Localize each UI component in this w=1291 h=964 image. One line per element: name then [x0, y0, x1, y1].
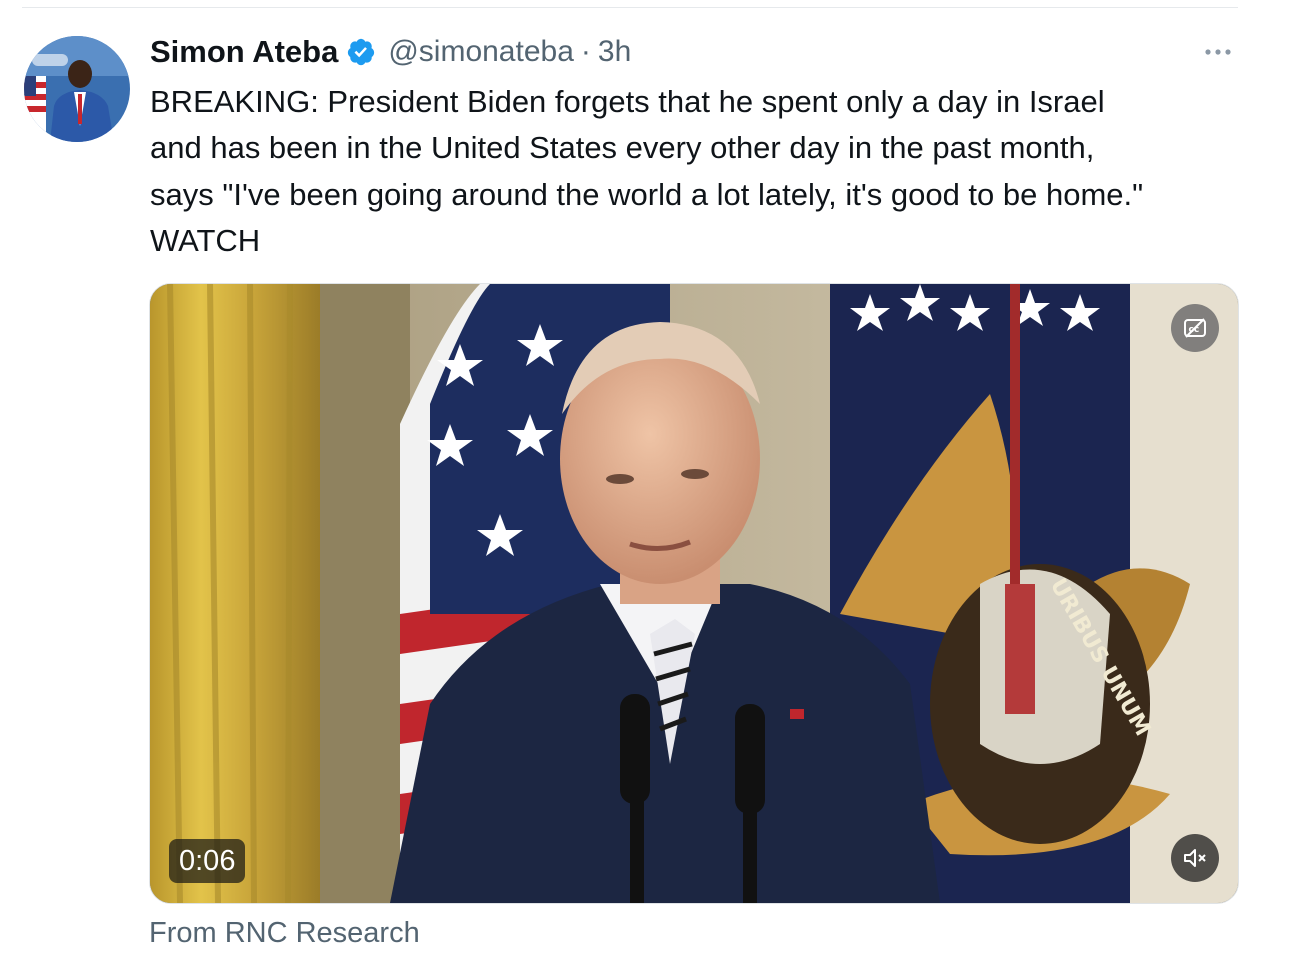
author-name[interactable]: Simon Ateba [150, 34, 338, 70]
avatar-image [24, 36, 130, 142]
top-divider [22, 7, 1238, 8]
tweet-time[interactable]: 3h [598, 35, 631, 69]
video-player[interactable]: URIBUS UNUM cc 0 [149, 283, 1239, 904]
header-separator: · [580, 35, 591, 68]
video-source-link[interactable]: From RNC Research [149, 917, 420, 950]
avatar[interactable] [24, 36, 130, 142]
verified-badge-icon [346, 37, 376, 67]
more-options-icon[interactable] [1200, 38, 1236, 66]
tweet-text: BREAKING: President Biden forgets that h… [150, 84, 1144, 258]
video-timestamp: 0:06 [169, 839, 246, 883]
tweet-header: Simon Ateba @simonateba · 3h [150, 30, 631, 74]
video-frame: URIBUS UNUM [150, 284, 1238, 903]
speaker-muted-icon[interactable] [1171, 834, 1219, 882]
closed-captions-off-icon[interactable]: cc [1171, 304, 1219, 352]
author-handle[interactable]: @simonateba [388, 35, 574, 69]
